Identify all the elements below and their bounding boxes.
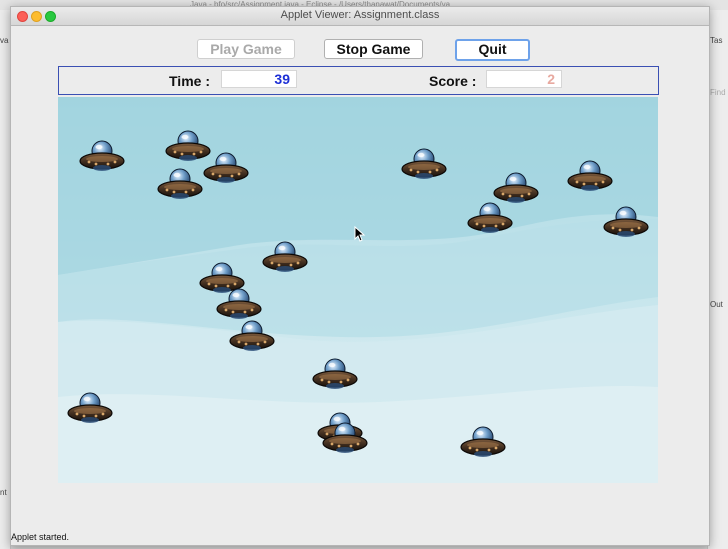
time-field: 39 — [221, 70, 297, 88]
score-label: Score : — [429, 73, 477, 89]
ide-left-fragment: nt — [0, 488, 7, 497]
ide-right-fragment: Find — [710, 88, 726, 97]
window-title: Applet Viewer: Assignment.class — [280, 9, 440, 21]
play-game-button[interactable]: Play Game — [197, 39, 295, 59]
ufo-sprite[interactable] — [321, 421, 369, 457]
ide-right-fragment: Out — [710, 300, 723, 309]
stats-panel: Time : 39 Score : 2 — [58, 66, 659, 95]
applet-status: Applet started. — [11, 532, 70, 542]
time-label: Time : — [169, 73, 210, 89]
ufo-sprite[interactable] — [66, 391, 114, 427]
score-field: 2 — [486, 70, 562, 88]
window-titlebar[interactable]: Applet Viewer: Assignment.class — [11, 7, 709, 26]
ufo-sprite[interactable] — [215, 287, 263, 323]
ufo-sprite[interactable] — [459, 425, 507, 461]
ide-left-fragment: va — [0, 36, 9, 45]
applet-window: Applet Viewer: Assignment.class Play Gam… — [10, 6, 710, 546]
ide-right-panel: Tas Find Out — [707, 10, 728, 549]
ufo-sprite[interactable] — [311, 357, 359, 393]
stop-game-button[interactable]: Stop Game — [324, 39, 423, 59]
ufo-sprite[interactable] — [400, 147, 448, 183]
ide-right-fragment: Tas — [710, 36, 723, 45]
ufo-sprite[interactable] — [466, 201, 514, 237]
ufo-sprite[interactable] — [602, 205, 650, 241]
quit-button[interactable]: Quit — [455, 39, 530, 61]
ufo-sprite[interactable] — [228, 319, 276, 355]
ufo-sprite[interactable] — [156, 167, 204, 203]
ufo-sprite[interactable] — [202, 151, 250, 187]
game-play-area[interactable] — [58, 97, 658, 483]
ufo-sprite[interactable] — [566, 159, 614, 195]
mouse-pointer-icon — [354, 226, 366, 242]
ufo-sprite[interactable] — [261, 240, 309, 276]
ufo-sprite[interactable] — [78, 139, 126, 175]
